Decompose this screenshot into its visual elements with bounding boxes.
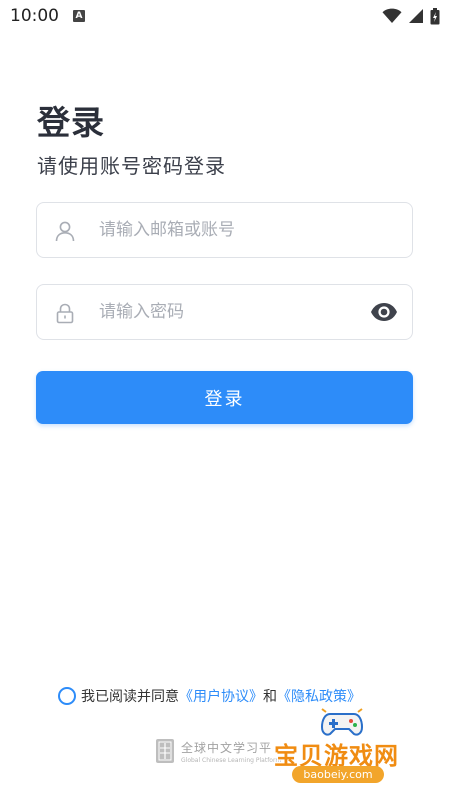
login-screen: 10:00 A 登录 请使用账号密码登录 请输入邮箱或账号 登录 我已阅读并同意… — [0, 0, 450, 800]
password-input[interactable] — [99, 285, 369, 339]
agreement-row: 我已阅读并同意 《用户协议》 和 《隐私政策》 — [58, 684, 361, 708]
wifi-icon — [382, 8, 402, 23]
lock-icon — [56, 303, 74, 324]
gamepad-icon — [320, 708, 364, 736]
brand-text: 全球中文学习平 Global Chinese Learning Platform — [181, 739, 281, 764]
user-icon — [55, 221, 75, 242]
status-bar: 10:00 A — [0, 0, 450, 32]
page-subtitle: 请使用账号密码登录 — [37, 154, 226, 178]
status-icons — [382, 7, 440, 25]
page-title: 登录 — [37, 103, 105, 142]
watermark: 宝贝游戏网 baobeiy.com — [268, 706, 418, 786]
email-field[interactable] — [36, 202, 413, 258]
watermark-url: baobeiy.com — [292, 766, 384, 783]
status-time: 10:00 — [10, 6, 59, 26]
agreement-and: 和 — [263, 689, 277, 705]
agree-checkbox[interactable] — [58, 687, 76, 705]
user-agreement-link[interactable]: 《用户协议》 — [179, 686, 263, 706]
email-input[interactable] — [99, 203, 369, 257]
eye-icon[interactable] — [370, 301, 398, 323]
privacy-policy-link[interactable]: 《隐私政策》 — [277, 686, 361, 706]
brand-footer: 全球中文学习平 Global Chinese Learning Platform — [155, 736, 281, 766]
agreement-prefix: 我已阅读并同意 — [81, 689, 179, 705]
battery-icon — [430, 7, 440, 24]
password-field[interactable] — [36, 284, 413, 340]
brand-logo-icon — [156, 739, 174, 763]
notification-icon: A — [73, 10, 85, 22]
login-button[interactable]: 登录 — [36, 371, 413, 424]
brand-name-en: Global Chinese Learning Platform — [181, 756, 282, 764]
brand-name-cn: 全球中文学习平 — [181, 740, 273, 755]
signal-icon — [409, 9, 423, 23]
